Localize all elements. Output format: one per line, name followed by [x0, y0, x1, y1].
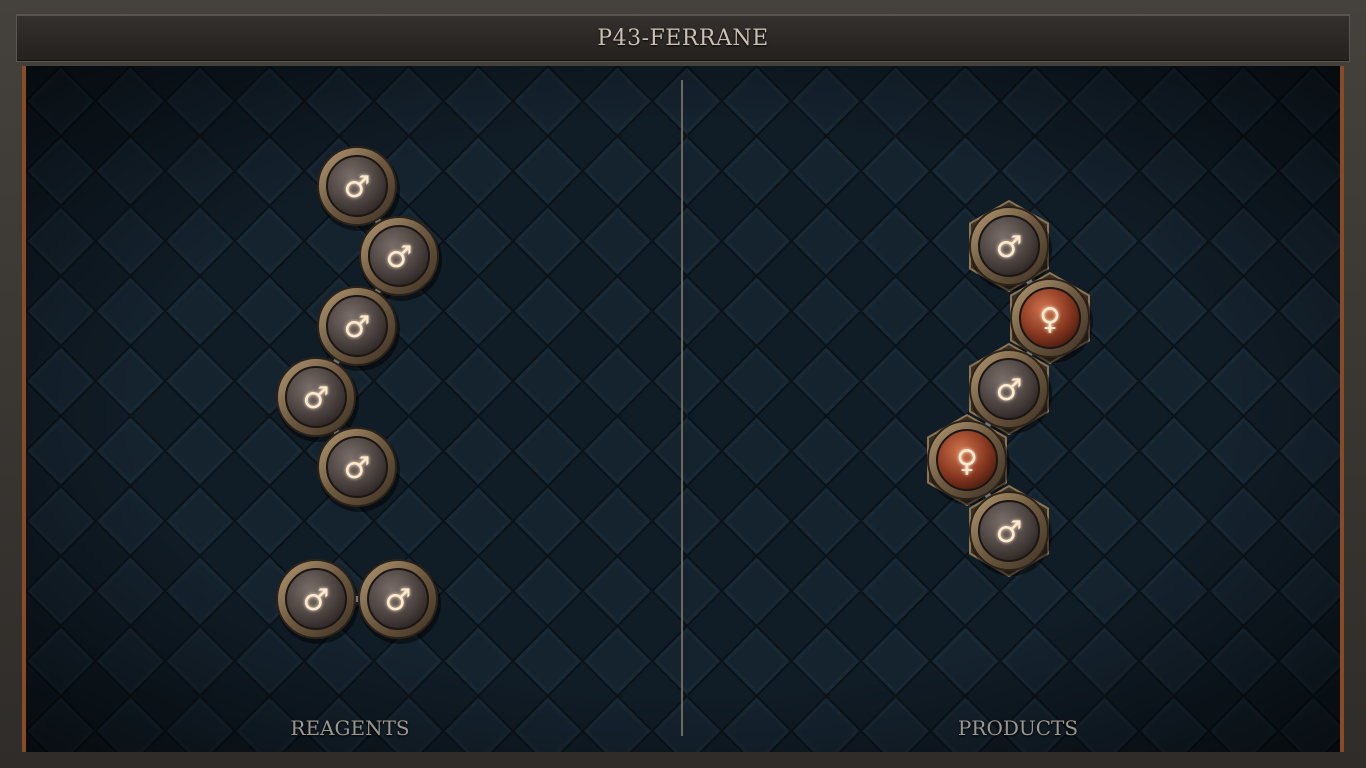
mars-atom[interactable]: ♂ [317, 286, 400, 371]
mars-icon: ♂ [386, 240, 413, 275]
mars-atom[interactable]: ♂ [317, 427, 400, 512]
products-label: PRODUCTS [957, 716, 1079, 740]
mars-icon: ♂ [344, 170, 371, 205]
molecules-layer: ♂♂♂♂♂ ♂ ♂ ♂♀♂♀♂ [276, 146, 1093, 644]
mars-icon: ♂ [303, 583, 330, 618]
venus-icon: ♀ [1039, 302, 1061, 337]
venus-icon: ♀ [956, 444, 978, 479]
mars-icon: ♂ [344, 451, 371, 486]
mars-icon: ♂ [996, 373, 1023, 408]
mars-atom[interactable]: ♂ [358, 559, 441, 644]
mars-icon: ♂ [996, 230, 1023, 265]
mars-icon: ♂ [344, 310, 371, 345]
mars-atom[interactable]: ♂ [359, 216, 442, 301]
mars-atom[interactable]: ♂ [276, 559, 359, 644]
product-molecule-chain[interactable]: ♂ ♀ ♂ ♀ ♂ [927, 199, 1093, 578]
mars-icon: ♂ [385, 583, 412, 618]
reagent-molecule-pair[interactable]: ♂ ♂ [276, 559, 441, 644]
mars-icon: ♂ [996, 515, 1023, 550]
mars-atom[interactable]: ♂ [969, 199, 1052, 293]
reagent-molecule-chain[interactable]: ♂ ♂ ♂ ♂ ♂ [276, 146, 442, 512]
mars-icon: ♂ [303, 381, 330, 416]
reagents-label: REAGENTS [290, 716, 410, 740]
